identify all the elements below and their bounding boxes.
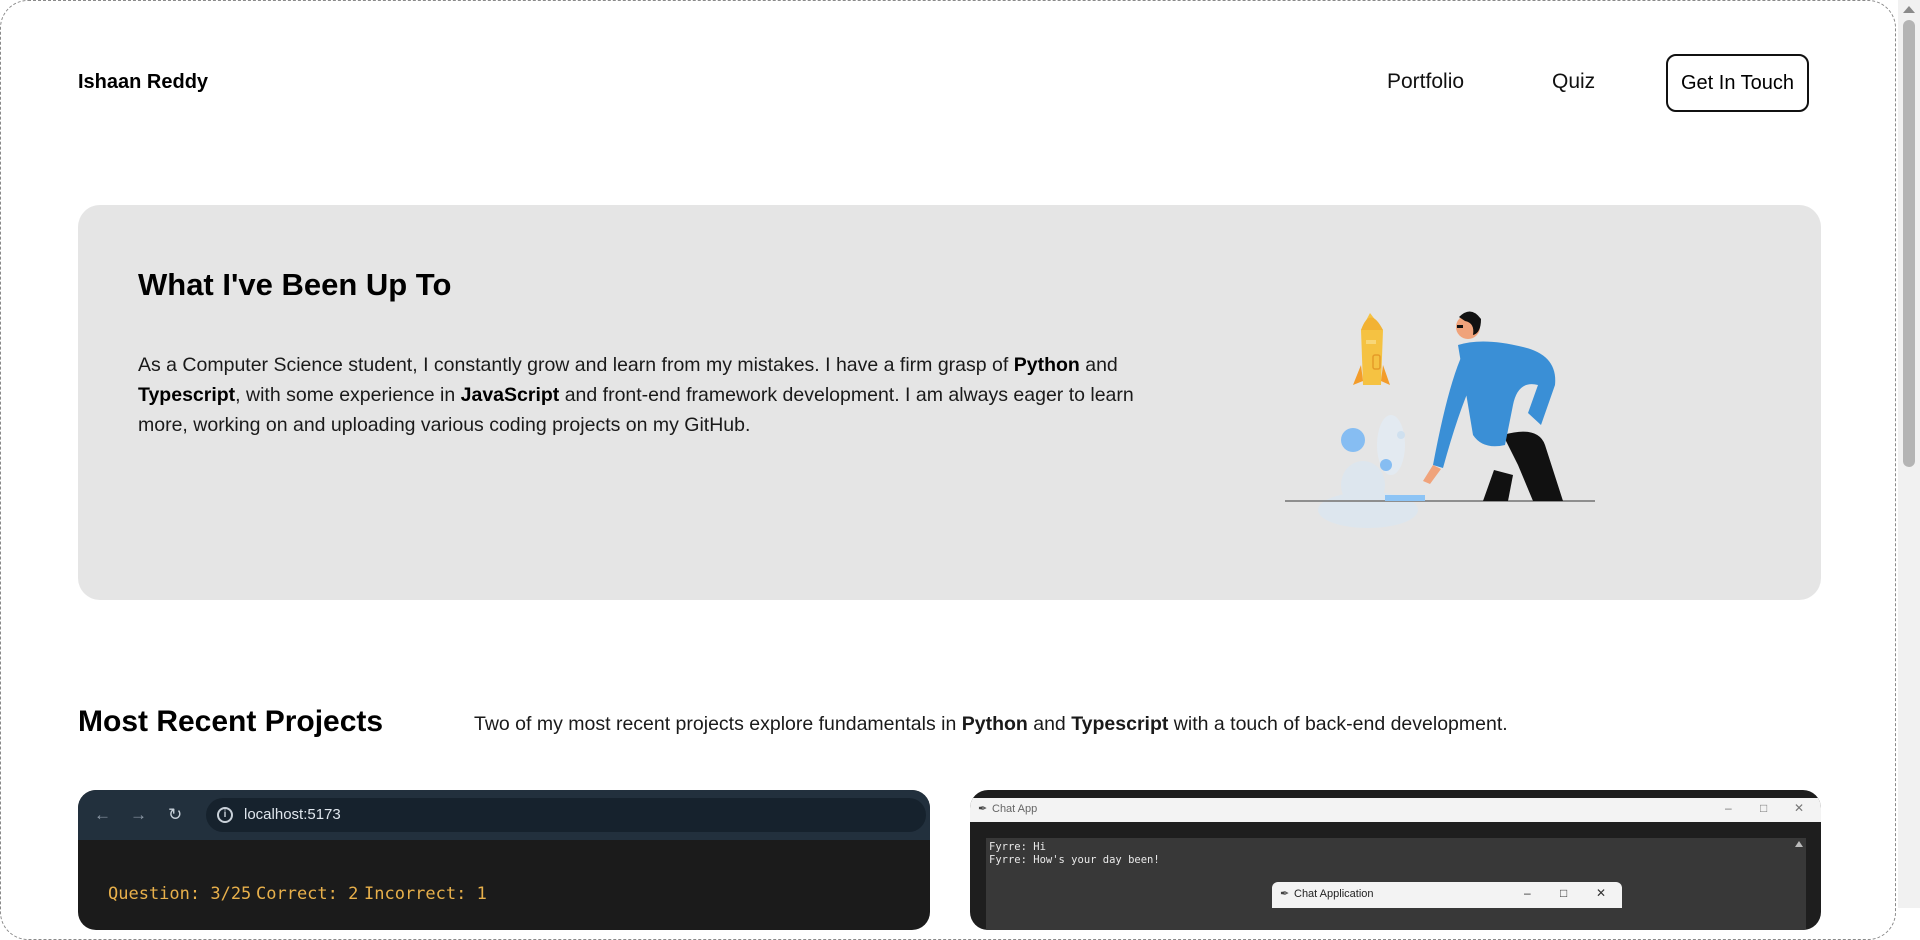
nav-portfolio-link[interactable]: Portfolio — [1387, 70, 1464, 94]
question-counter: Question: 3/25 — [108, 884, 252, 904]
bubble — [1397, 431, 1405, 439]
bubble — [1341, 428, 1365, 452]
chat-message: Fyrre: Hi — [989, 841, 1046, 853]
close-icon: ✕ — [1794, 801, 1805, 815]
sub-window-title: Chat Application — [1294, 888, 1374, 900]
window-title: Chat App — [992, 803, 1038, 815]
chat-app-project-card[interactable]: ✒ Chat App – □ ✕ Fyrre: Hi Fyrre: How's … — [970, 790, 1821, 930]
hero-section: What I've Been Up To As a Computer Scien… — [78, 205, 1821, 600]
info-icon: i — [217, 807, 233, 823]
hero-title: What I've Been Up To — [138, 267, 452, 302]
maximize-icon: □ — [1560, 886, 1568, 900]
scroll-thumb[interactable] — [1903, 20, 1915, 467]
person-hand — [1423, 465, 1441, 484]
minimize-icon: – — [1524, 886, 1531, 900]
rocket-launch-illustration — [1285, 311, 1595, 528]
projects-title: Most Recent Projects — [78, 705, 384, 738]
chat-application-window: ✒ Chat Application – □ ✕ — [1272, 882, 1622, 908]
forward-arrow-icon: → — [130, 805, 147, 824]
correct-count: Correct: 2 — [256, 884, 359, 904]
launch-button-pad — [1385, 495, 1425, 501]
person-glasses — [1457, 325, 1463, 328]
browser-toolbar: ← → ↻ i localhost:5173 — [78, 790, 930, 840]
window-titlebar: ✒ Chat App – □ ✕ — [970, 798, 1821, 822]
person-leg — [1483, 470, 1513, 501]
chat-scroll-up-icon — [1795, 841, 1803, 847]
address-bar: i localhost:5173 — [206, 798, 926, 832]
quiz-project-card[interactable]: ← → ↻ i localhost:5173 Question: 3/25 Co… — [78, 790, 930, 930]
hero-text: As a Computer Science student, I constan… — [138, 354, 1134, 436]
minimize-icon: – — [1725, 801, 1732, 815]
rocket-fin — [1353, 365, 1363, 385]
brand-name[interactable]: Ishaan Reddy — [78, 71, 208, 94]
maximize-icon: □ — [1760, 801, 1768, 815]
projects-description: Two of my most recent projects explore f… — [474, 713, 1508, 735]
scroll-up-arrow-icon[interactable] — [1903, 6, 1915, 13]
vertical-scrollbar[interactable] — [1898, 0, 1920, 908]
rocket-stripe — [1366, 340, 1376, 344]
bubble — [1380, 459, 1392, 471]
url-text: localhost:5173 — [244, 806, 341, 823]
feather-icon: ✒ — [1280, 888, 1290, 900]
back-arrow-icon: ← — [94, 805, 111, 824]
reload-icon: ↻ — [168, 805, 183, 824]
chat-message: Fyrre: How's your day been! — [989, 854, 1160, 866]
person-leg — [1503, 431, 1563, 501]
incorrect-count: Incorrect: 1 — [364, 884, 487, 904]
person-shirt — [1458, 341, 1556, 447]
get-in-touch-button[interactable]: Get In Touch — [1666, 54, 1809, 112]
rocket-fin — [1381, 365, 1390, 385]
feather-icon: ✒ — [978, 803, 988, 815]
rocket-nose — [1361, 317, 1383, 330]
close-icon: ✕ — [1596, 886, 1607, 900]
nav-quiz-link[interactable]: Quiz — [1552, 70, 1595, 94]
